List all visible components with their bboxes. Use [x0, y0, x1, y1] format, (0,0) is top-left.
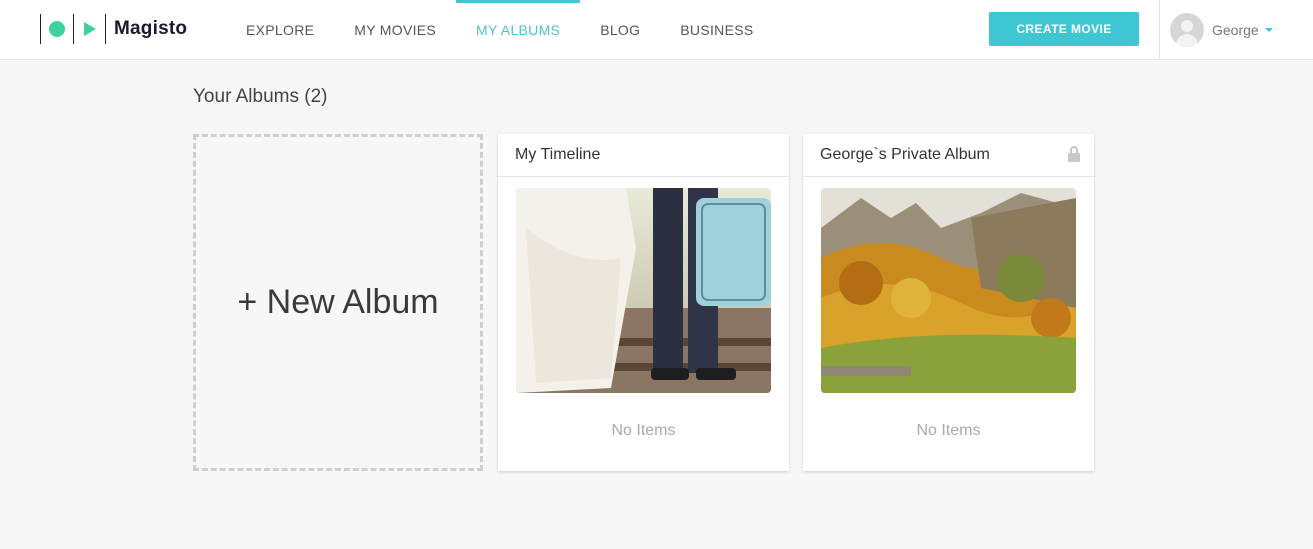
create-movie-button[interactable]: CREATE MOVIE	[989, 12, 1139, 46]
page-title: Your Albums (2)	[193, 86, 328, 107]
nav-explore[interactable]: EXPLORE	[226, 0, 334, 60]
logo-dot-icon	[49, 21, 65, 37]
nav-blog[interactable]: BLOG	[580, 0, 660, 60]
album-card-my-timeline[interactable]: My Timeline No Items	[498, 134, 789, 471]
chevron-down-icon	[1264, 28, 1273, 32]
user-name: George	[1212, 22, 1259, 38]
album-status: No Items	[611, 422, 676, 439]
album-status: No Items	[916, 422, 981, 439]
logo-divider	[105, 14, 106, 44]
album-card-header: My Timeline	[498, 134, 789, 177]
autumn-mountain-photo	[821, 188, 1076, 393]
album-card-header: George`s Private Album	[803, 134, 1094, 177]
logo-play-icon	[84, 22, 96, 36]
logo-divider	[73, 14, 74, 44]
album-card-private[interactable]: George`s Private Album No Items	[803, 134, 1094, 471]
nav-business[interactable]: BUSINESS	[660, 0, 773, 60]
album-title: George`s Private Album	[820, 146, 990, 163]
avatar	[1170, 13, 1204, 47]
new-album-label: + New Album	[237, 283, 439, 321]
album-title: My Timeline	[515, 146, 601, 163]
album-thumbnail[interactable]	[516, 188, 771, 393]
album-thumbnail[interactable]	[821, 188, 1076, 393]
new-album-button[interactable]: + New Album	[193, 134, 483, 471]
magisto-logo[interactable]: Magisto	[40, 14, 187, 44]
lock-icon	[1068, 146, 1080, 162]
user-menu[interactable]: George	[1159, 0, 1313, 60]
nav-my-movies[interactable]: MY MOVIES	[334, 0, 456, 60]
top-header: Magisto EXPLORE MY MOVIES MY ALBUMS BLOG…	[0, 0, 1313, 60]
logo-divider	[40, 14, 41, 44]
main-nav: EXPLORE MY MOVIES MY ALBUMS BLOG BUSINES…	[226, 0, 774, 60]
avatar-head-shape	[1181, 20, 1193, 32]
nav-my-albums[interactable]: MY ALBUMS	[456, 0, 581, 60]
avatar-body-shape	[1176, 34, 1198, 47]
wedding-photo	[516, 188, 771, 393]
brand-name: Magisto	[114, 18, 188, 39]
